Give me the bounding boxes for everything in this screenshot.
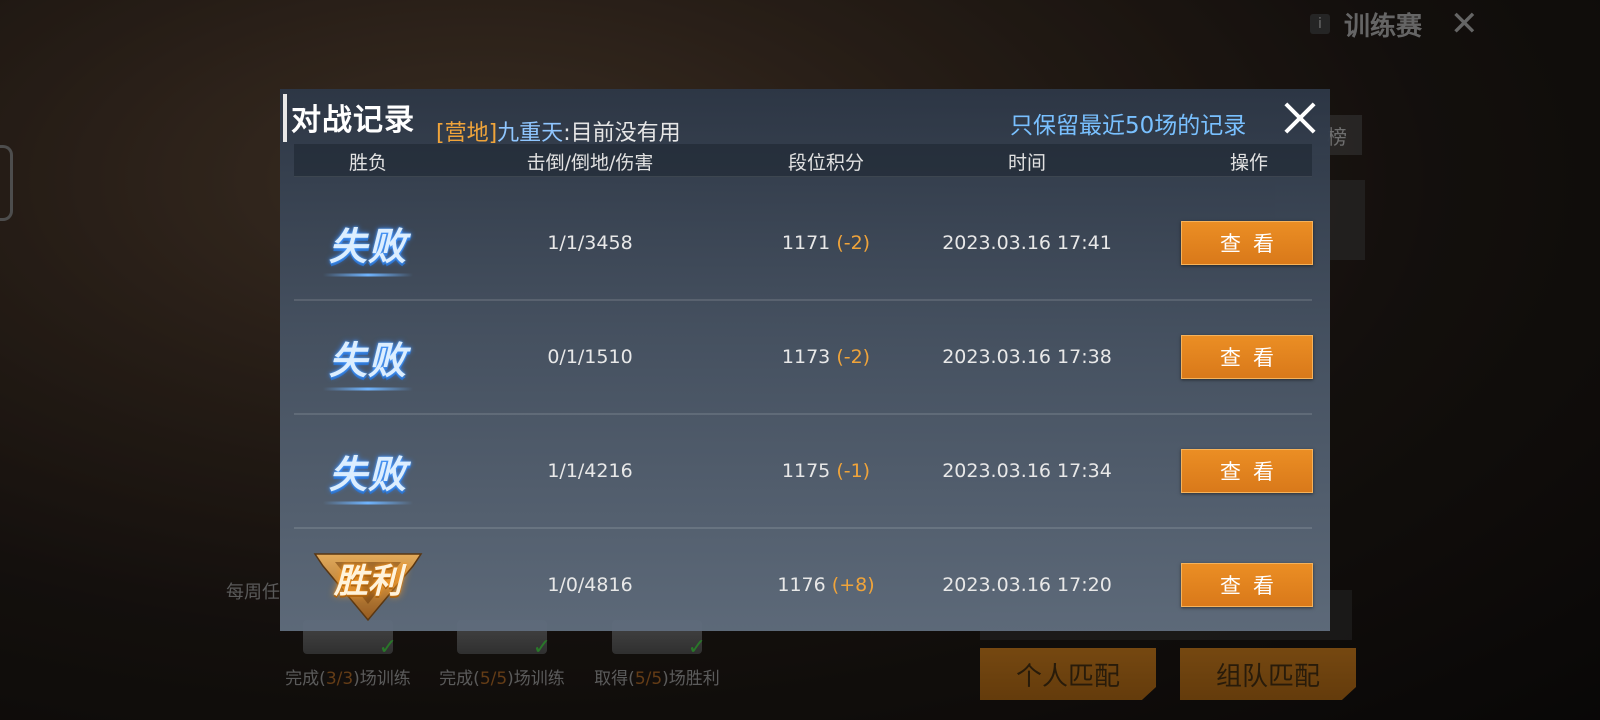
header-kda: 击倒/倒地/伤害	[526, 152, 654, 174]
kda-cell: 1/1/4216	[547, 460, 633, 482]
points-value: 1171	[781, 232, 831, 254]
view-button[interactable]: 查看	[1181, 335, 1313, 379]
header-result: 胜负	[348, 152, 388, 174]
table-row: 失败 1/1/4216 1175 (-1) 2023.03.16 17:34 查…	[294, 415, 1313, 529]
points-delta: (-2)	[836, 232, 871, 254]
result-badge-win: 胜利	[313, 548, 423, 622]
camp-info: [营地]九重天:目前没有用	[436, 115, 681, 147]
points-value: 1173	[781, 346, 831, 368]
battle-record-dialog: 对战记录 [营地]九重天:目前没有用 只保留最近50场的记录 胜负 击倒/倒地/…	[280, 89, 1330, 631]
kda-cell: 1/0/4816	[547, 574, 633, 596]
dialog-title: 对战记录	[291, 103, 415, 138]
time-cell: 2023.03.16 17:38	[942, 346, 1112, 368]
table-row: 胜利 1/0/4816 1176 (+8) 2023.03.16 17:20 查…	[294, 529, 1313, 641]
view-button[interactable]: 查看	[1181, 221, 1313, 265]
time-cell: 2023.03.16 17:41	[942, 232, 1112, 254]
points-cell: 1171 (-2)	[782, 232, 870, 254]
result-label: 失败	[328, 224, 408, 269]
points-delta: (-2)	[836, 346, 871, 368]
close-icon[interactable]	[1283, 101, 1317, 135]
record-list: 失败 1/1/3458 1171 (-2) 2023.03.16 17:41 查…	[294, 187, 1313, 641]
header-points: 段位积分	[787, 152, 865, 174]
view-button[interactable]: 查看	[1181, 563, 1313, 607]
title-accent-bar	[283, 94, 287, 142]
camp-name: 九重天	[497, 121, 564, 146]
result-badge-lose: 失败	[322, 330, 414, 391]
result-badge-lose: 失败	[322, 444, 414, 505]
points-cell: 1176 (+8)	[777, 574, 874, 596]
points-delta: (+8)	[831, 574, 875, 596]
result-label: 胜利	[334, 561, 402, 602]
points-cell: 1173 (-2)	[782, 346, 870, 368]
points-value: 1175	[781, 460, 831, 482]
kda-cell: 0/1/1510	[547, 346, 633, 368]
result-label: 失败	[328, 452, 408, 497]
points-delta: (-1)	[836, 460, 871, 482]
camp-tag: [营地]	[436, 121, 498, 146]
points-cell: 1175 (-1)	[782, 460, 870, 482]
view-button[interactable]: 查看	[1181, 449, 1313, 493]
table-row: 失败 1/1/3458 1171 (-2) 2023.03.16 17:41 查…	[294, 187, 1313, 301]
result-badge-lose: 失败	[322, 216, 414, 277]
table-header: 胜负 击倒/倒地/伤害 段位积分 时间 操作	[294, 144, 1312, 177]
header-action: 操作	[1229, 152, 1269, 174]
time-cell: 2023.03.16 17:20	[942, 574, 1112, 596]
camp-text: :目前没有用	[563, 121, 681, 146]
kda-cell: 1/1/3458	[547, 232, 633, 254]
header-time: 时间	[1007, 152, 1047, 174]
table-row: 失败 0/1/1510 1173 (-2) 2023.03.16 17:38 查…	[294, 301, 1313, 415]
result-label: 失败	[328, 338, 408, 383]
time-cell: 2023.03.16 17:34	[942, 460, 1112, 482]
record-limit-note: 只保留最近50场的记录	[1010, 113, 1247, 139]
points-value: 1176	[777, 574, 826, 596]
